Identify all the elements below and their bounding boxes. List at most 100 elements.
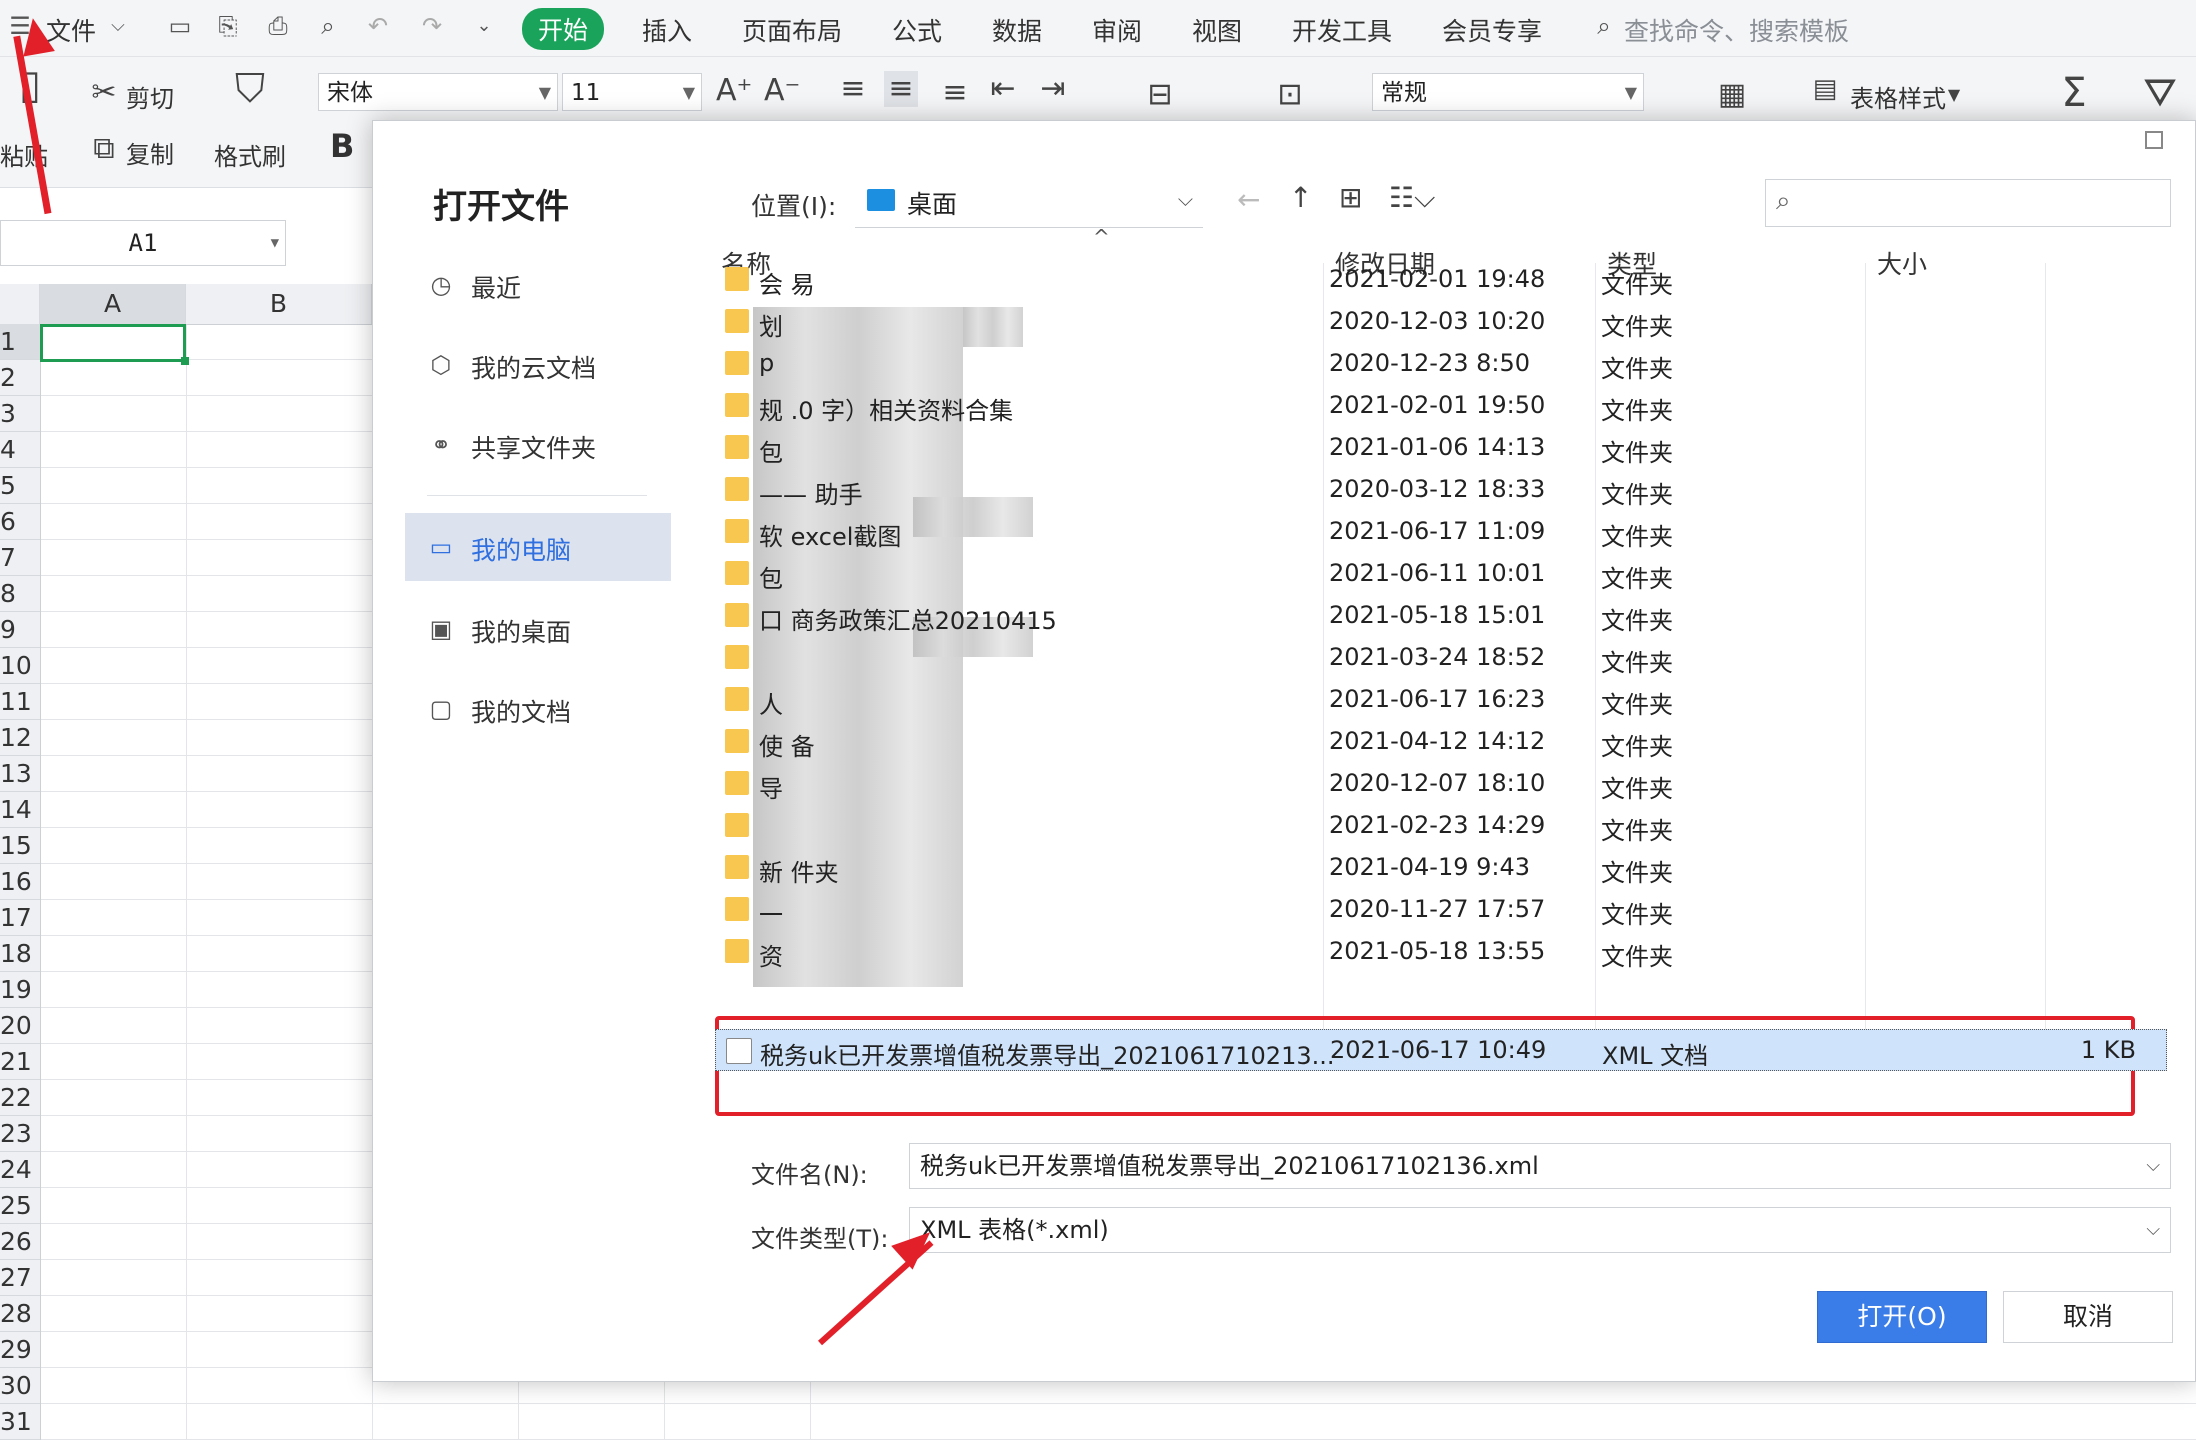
print-icon[interactable]: ⎙ bbox=[264, 12, 292, 40]
column-header-a[interactable]: A bbox=[40, 284, 186, 324]
new-folder-icon[interactable]: ⊞ bbox=[1339, 181, 1362, 214]
file-row[interactable]: 导 2020-12-07 18:10 文件夹 bbox=[715, 763, 2167, 805]
back-arrow-icon[interactable]: ← bbox=[1237, 183, 1260, 216]
row-header[interactable]: 10 bbox=[0, 648, 40, 684]
file-row[interactable]: 资 2021-05-18 13:55 文件夹 bbox=[715, 931, 2167, 973]
row-header[interactable]: 2 bbox=[0, 360, 40, 396]
row-header[interactable]: 25 bbox=[0, 1188, 40, 1224]
decrease-indent-icon[interactable]: ⇤ bbox=[986, 71, 1020, 107]
row-header[interactable]: 18 bbox=[0, 936, 40, 972]
align-bottom-icon[interactable]: ≡ bbox=[938, 75, 972, 111]
row-header[interactable]: 31 bbox=[0, 1404, 40, 1440]
row-header[interactable]: 8 bbox=[0, 576, 40, 612]
align-top-icon[interactable]: ≡ bbox=[836, 71, 870, 107]
wrap-text-icon[interactable]: ⊡ bbox=[1266, 77, 1314, 113]
merge-cells-icon[interactable]: ⊟ bbox=[1136, 77, 1184, 113]
maximize-icon[interactable] bbox=[2145, 131, 2163, 149]
chevron-down-icon[interactable]: ⌵ bbox=[104, 12, 132, 40]
row-header[interactable]: 13 bbox=[0, 756, 40, 792]
row-header[interactable]: 4 bbox=[0, 432, 40, 468]
number-format-select[interactable]: 常规 ▼ bbox=[1372, 73, 1644, 111]
open-button[interactable]: 打开(O) bbox=[1817, 1291, 1987, 1343]
up-arrow-icon[interactable]: ↑ bbox=[1289, 181, 1312, 214]
filetype-select[interactable]: XML 表格(*.xml) ⌵ bbox=[909, 1207, 2171, 1253]
sidebar-item-recent[interactable]: ◷ 最近 bbox=[405, 251, 671, 319]
row-header[interactable]: 16 bbox=[0, 864, 40, 900]
tab-home[interactable]: 开始 bbox=[522, 8, 605, 50]
save-icon[interactable]: ▭ bbox=[166, 12, 194, 40]
print-preview-icon[interactable]: ⌕ bbox=[314, 12, 342, 40]
format-painter-button[interactable]: 格式刷 bbox=[214, 137, 286, 172]
file-row[interactable]: 口 商务政策汇总20210415 2021-05-18 15:01 文件夹 bbox=[715, 595, 2167, 637]
file-row[interactable]: 2021-02-23 14:29 文件夹 bbox=[715, 805, 2167, 847]
align-middle-icon[interactable]: ≡ bbox=[884, 71, 918, 107]
tab-view[interactable]: 视图 bbox=[1192, 12, 1242, 48]
row-header[interactable]: 20 bbox=[0, 1008, 40, 1044]
redo-icon[interactable]: ↷ bbox=[418, 12, 446, 40]
file-row[interactable]: p 2020-12-23 8:50 文件夹 bbox=[715, 343, 2167, 385]
sidebar-item-shared-folder[interactable]: ⚭ 共享文件夹 bbox=[405, 411, 671, 479]
row-header[interactable]: 22 bbox=[0, 1080, 40, 1116]
cut-button[interactable]: 剪切 bbox=[126, 79, 174, 114]
active-cell[interactable] bbox=[40, 324, 189, 365]
file-row[interactable]: —— 助手 2020-03-12 18:33 文件夹 bbox=[715, 469, 2167, 511]
file-row[interactable]: 包 2021-01-06 14:13 文件夹 bbox=[715, 427, 2167, 469]
row-header[interactable]: 27 bbox=[0, 1260, 40, 1296]
row-header[interactable]: 17 bbox=[0, 900, 40, 936]
row-header[interactable]: 15 bbox=[0, 828, 40, 864]
row-header[interactable]: 1 bbox=[0, 324, 40, 360]
font-name-select[interactable]: 宋体 ▼ bbox=[318, 73, 558, 111]
autosum-icon[interactable]: Σ bbox=[2052, 73, 2096, 113]
tab-formulas[interactable]: 公式 bbox=[892, 12, 942, 48]
row-header[interactable]: 29 bbox=[0, 1332, 40, 1368]
sidebar-item-my-documents[interactable]: ▢ 我的文档 bbox=[405, 675, 671, 743]
sidebar-item-cloud-docs[interactable]: ⬡ 我的云文档 bbox=[405, 331, 671, 399]
file-search-input[interactable]: ⌕ bbox=[1765, 179, 2171, 227]
copy-button[interactable]: 复制 bbox=[126, 135, 174, 170]
bold-button[interactable]: B bbox=[330, 127, 354, 165]
export-pdf-icon[interactable]: ⎘ bbox=[214, 12, 242, 40]
row-header[interactable]: 9 bbox=[0, 612, 40, 648]
file-row[interactable]: 软 excel截图 2021-06-17 11:09 文件夹 bbox=[715, 511, 2167, 553]
file-row[interactable]: 划 2020-12-03 10:20 文件夹 bbox=[715, 301, 2167, 343]
row-header[interactable]: 19 bbox=[0, 972, 40, 1008]
row-header[interactable]: 3 bbox=[0, 396, 40, 432]
file-row[interactable]: 会 易 2021-02-01 19:48 文件夹 bbox=[715, 259, 2167, 301]
row-header[interactable]: 21 bbox=[0, 1044, 40, 1080]
customize-toolbar-icon[interactable]: ⌄ bbox=[470, 12, 498, 40]
row-header[interactable]: 28 bbox=[0, 1296, 40, 1332]
name-box[interactable]: A1 ▼ bbox=[0, 220, 286, 266]
font-size-select[interactable]: 11 ▼ bbox=[562, 73, 702, 111]
table-style-button[interactable]: 表格样式 bbox=[1850, 79, 1946, 114]
filename-input[interactable]: 税务uk已开发票增值税发票导出_20210617102136.xml ⌵ bbox=[909, 1143, 2171, 1189]
file-row[interactable]: 包 2021-06-11 10:01 文件夹 bbox=[715, 553, 2167, 595]
file-row[interactable]: 人 2021-06-17 16:23 文件夹 bbox=[715, 679, 2167, 721]
tab-member[interactable]: 会员专享 bbox=[1442, 12, 1542, 48]
increase-indent-icon[interactable]: ⇥ bbox=[1036, 71, 1070, 107]
sidebar-item-my-computer[interactable]: ▭ 我的电脑 bbox=[405, 513, 671, 581]
chevron-down-icon[interactable]: ▼ bbox=[271, 221, 279, 265]
increase-font-icon[interactable]: A⁺ bbox=[716, 73, 752, 109]
fill-handle[interactable] bbox=[181, 357, 189, 365]
sidebar-item-my-desktop[interactable]: ▣ 我的桌面 bbox=[405, 595, 671, 663]
table-grid-icon[interactable]: ▦ bbox=[1708, 77, 1756, 113]
command-search[interactable]: 查找命令、搜索模板 bbox=[1624, 12, 1849, 48]
row-header[interactable]: 14 bbox=[0, 792, 40, 828]
file-row[interactable]: 新 件夹 2021-04-19 9:43 文件夹 bbox=[715, 847, 2167, 889]
tab-review[interactable]: 审阅 bbox=[1092, 12, 1142, 48]
file-row-selected[interactable]: 税务uk已开发票增值税发票导出_2021061710213... 2021-06-… bbox=[715, 1029, 2167, 1071]
filter-icon[interactable]: ⛛ bbox=[2136, 73, 2184, 113]
undo-icon[interactable]: ↶ bbox=[364, 12, 392, 40]
column-header-b[interactable]: B bbox=[186, 284, 372, 324]
row-header[interactable]: 5 bbox=[0, 468, 40, 504]
file-row[interactable]: 2021-03-24 18:52 文件夹 bbox=[715, 637, 2167, 679]
row-header[interactable]: 6 bbox=[0, 504, 40, 540]
row-header[interactable]: 30 bbox=[0, 1368, 40, 1404]
tab-page-layout[interactable]: 页面布局 bbox=[742, 12, 842, 48]
file-row[interactable]: 使 备 2021-04-12 14:12 文件夹 bbox=[715, 721, 2167, 763]
row-header[interactable]: 24 bbox=[0, 1152, 40, 1188]
chevron-down-icon[interactable]: ▼ bbox=[1946, 77, 1962, 113]
row-header[interactable]: 7 bbox=[0, 540, 40, 576]
location-select[interactable]: 桌面 ⌵ bbox=[855, 177, 1203, 228]
cancel-button[interactable]: 取消 bbox=[2003, 1291, 2173, 1343]
